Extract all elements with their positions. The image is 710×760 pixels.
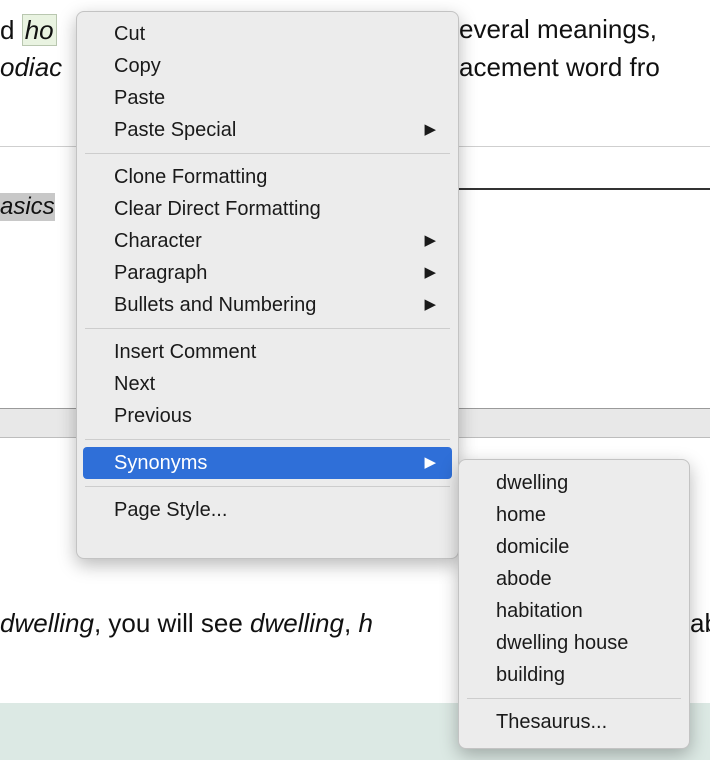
context-menu: Cut Copy Paste Paste Special ▶ Clone Form… [76, 11, 459, 559]
menu-item-paste-special[interactable]: Paste Special ▶ [77, 114, 458, 146]
doc-line-1: d ho [0, 14, 57, 46]
submenu-arrow-icon: ▶ [424, 232, 436, 249]
synonym-item[interactable]: abode [459, 563, 689, 595]
doc-line-1-tail: everal meanings, [459, 14, 657, 44]
menu-item-previous[interactable]: Previous [77, 400, 458, 432]
submenu-arrow-icon: ▶ [424, 454, 436, 471]
menu-separator [85, 439, 450, 440]
submenu-arrow-icon: ▶ [424, 121, 436, 138]
menu-item-next[interactable]: Next [77, 368, 458, 400]
menu-separator [85, 153, 450, 154]
doc-line-2-tail: acement word fro [459, 52, 660, 82]
submenu-arrow-icon: ▶ [424, 296, 436, 313]
menu-item-character[interactable]: Character ▶ [77, 225, 458, 257]
menu-item-bullets-numbering[interactable]: Bullets and Numbering ▶ [77, 289, 458, 321]
menu-item-clear-direct-formatting[interactable]: Clear Direct Formatting [77, 193, 458, 225]
menu-item-paragraph[interactable]: Paragraph ▶ [77, 257, 458, 289]
menu-separator [467, 698, 681, 699]
heading-fragment: asics [0, 193, 55, 221]
doc-bottom-tail: ab [690, 608, 710, 638]
synonym-item[interactable]: dwelling house [459, 627, 689, 659]
heading-rule [459, 188, 710, 190]
synonym-item[interactable]: home [459, 499, 689, 531]
synonym-item[interactable]: building [459, 659, 689, 691]
menu-item-cut[interactable]: Cut [77, 18, 458, 50]
submenu-arrow-icon: ▶ [424, 264, 436, 281]
menu-item-insert-comment[interactable]: Insert Comment [77, 336, 458, 368]
menu-item-synonyms[interactable]: Synonyms ▶ [83, 447, 452, 479]
menu-item-copy[interactable]: Copy [77, 50, 458, 82]
synonyms-submenu: dwelling home domicile abode habitation … [458, 459, 690, 749]
synonym-item[interactable]: domicile [459, 531, 689, 563]
doc-bottom-line: dwelling, you will see dwelling, h [0, 608, 373, 638]
menu-separator [85, 486, 450, 487]
synonym-item[interactable]: dwelling [459, 467, 689, 499]
menu-item-paste[interactable]: Paste [77, 82, 458, 114]
menu-item-page-style[interactable]: Page Style... [77, 494, 458, 526]
menu-item-thesaurus[interactable]: Thesaurus... [459, 706, 689, 738]
menu-item-clone-formatting[interactable]: Clone Formatting [77, 161, 458, 193]
synonym-item[interactable]: habitation [459, 595, 689, 627]
menu-separator [85, 328, 450, 329]
doc-line-2: odiac [0, 52, 63, 82]
selected-word: ho [21, 14, 57, 46]
